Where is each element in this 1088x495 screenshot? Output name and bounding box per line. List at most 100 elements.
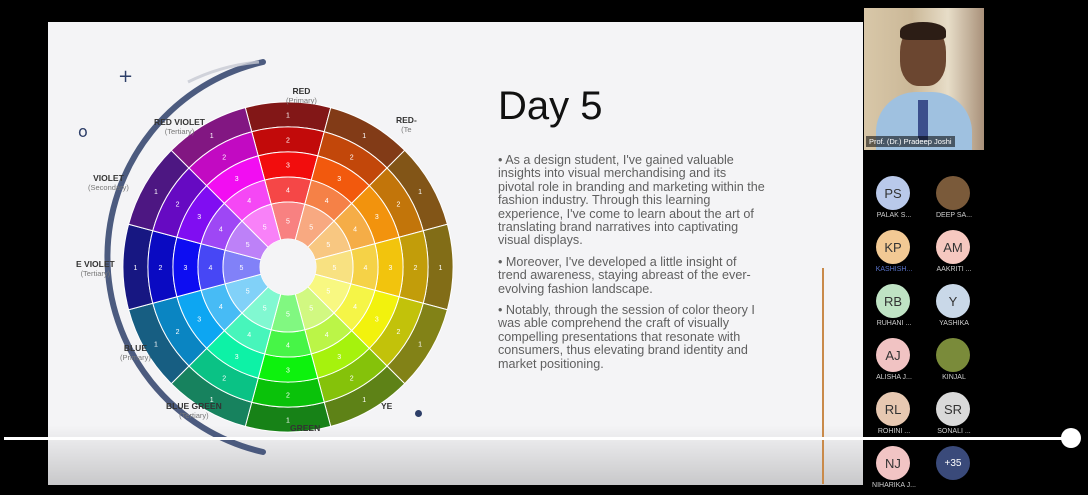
color-wheel: 1 2 3 4 5 1 2 3 4 5 1 2 3 4 5 1 2 3 4 5 1 2 3 4 5 1 2 3 4 5 1 2 3 4 5 1 2 3 4 5… [122, 101, 454, 433]
wheel-segment-number: 4 [219, 304, 223, 311]
wheel-segment-number: 5 [309, 225, 313, 232]
wheel-segment-number: 3 [337, 176, 341, 183]
bullet-2: • Moreover, I've developed a little insi… [498, 254, 751, 296]
wheel-segment-number: 5 [326, 288, 330, 295]
wheel-segment-number: 4 [286, 188, 290, 195]
participant-name: SONALI ... [937, 428, 971, 435]
participant-name: ROHINI ... [877, 428, 911, 435]
participant-tile[interactable]: DEEP SA... [924, 172, 984, 224]
participant-tile[interactable]: Y YASHIKA [924, 280, 984, 332]
wheel-segment-number: 5 [286, 219, 290, 226]
wheel-segment-number: 2 [396, 329, 400, 336]
speaker-hair [900, 22, 946, 40]
participant-tile[interactable]: AJ ALISHA J... [864, 334, 924, 386]
wheel-segment-number: 4 [247, 198, 251, 205]
slide-title: Day 5 [498, 84, 603, 128]
wheel-segment-number: 5 [246, 242, 250, 249]
video-progress-bar[interactable] [4, 437, 1072, 440]
wheel-segment-number: 2 [159, 265, 163, 272]
participant-name: AAKRITI ... [936, 266, 972, 273]
participant-name: DEEP SA... [935, 212, 973, 219]
wheel-segment-number: 3 [235, 176, 239, 183]
participant-tile[interactable]: SR SONALI ... [924, 388, 984, 440]
wheel-segment-number: 1 [418, 341, 422, 348]
avatar: PS [876, 176, 910, 210]
participant-name: KINJAL [942, 374, 966, 381]
wheel-segment-number: 5 [240, 265, 244, 272]
participant-tile[interactable]: +35 [924, 442, 984, 494]
wheel-segment-number: 4 [247, 332, 251, 339]
participant-tile[interactable]: KP KASHISH... [864, 226, 924, 278]
avatar: AJ [876, 338, 910, 372]
participant-tile[interactable]: RL ROHINI ... [864, 388, 924, 440]
participant-name: YASHIKA [939, 320, 969, 327]
speaker-video-tile[interactable]: Prof. (Dr.) Pradeep Joshi [864, 8, 984, 150]
wheel-segment-number: 4 [219, 226, 223, 233]
wheel-segment-number: 5 [263, 225, 267, 232]
avatar-photo [936, 176, 970, 210]
wheel-segment-number: 1 [210, 133, 214, 140]
participant-tile[interactable]: PS PALAK S... [864, 172, 924, 224]
wheel-segment-number: 4 [325, 332, 329, 339]
wheel-segment-number: 3 [197, 214, 201, 221]
label-green: GREEN [290, 423, 321, 433]
wheel-segment-number: 3 [375, 316, 379, 323]
participant-name: PALAK S... [876, 212, 912, 219]
avatar: AM [936, 230, 970, 264]
label-red: RED (Primary) [286, 86, 317, 106]
wheel-segment-number: 2 [222, 375, 226, 382]
participant-tile[interactable]: NJ NIHARIKA J... [864, 442, 924, 494]
wheel-segment-number: 2 [286, 393, 290, 400]
participant-name: KASHISH... [875, 266, 913, 273]
avatar: +35 [936, 446, 970, 480]
wheel-segment-number: 1 [362, 397, 366, 404]
wheel-segment-number: 1 [286, 113, 290, 120]
wheel-segment-number: 3 [286, 368, 290, 375]
wheel-segment-number: 2 [176, 329, 180, 336]
wheel-segment-number: 3 [235, 354, 239, 361]
wheel-segment-number: 2 [350, 375, 354, 382]
label-red-orange: RED- (Te [396, 115, 417, 135]
progress-handle[interactable] [1061, 428, 1081, 448]
wheel-segment-number: 4 [364, 265, 368, 272]
wheel-segment-number: 1 [134, 265, 138, 272]
wheel-segment-number: 4 [353, 304, 357, 311]
participant-tile[interactable]: KINJAL [924, 334, 984, 386]
wheel-segment-number: 2 [350, 155, 354, 162]
wheel-segment-number: 1 [154, 341, 158, 348]
participant-name: RUHANI ... [876, 320, 912, 327]
wheel-segment-number: 3 [184, 265, 188, 272]
wheel-segment-number: 3 [197, 316, 201, 323]
wheel-segment-number: 2 [176, 201, 180, 208]
wheel-segment-number: 5 [309, 305, 313, 312]
presentation-slide: + o 123451234512345123451234512345123451… [48, 22, 863, 485]
wheel-segment-number: 5 [326, 242, 330, 249]
wheel-segment-number: 3 [337, 354, 341, 361]
participant-tile[interactable]: AM AAKRITI ... [924, 226, 984, 278]
slide-bullets: • As a design student, I've gained valua… [498, 153, 766, 379]
participant-name: NIHARIKA J... [872, 482, 916, 489]
wheel-center [260, 239, 316, 295]
wheel-segment-number: 3 [375, 214, 379, 221]
avatar: Y [936, 284, 970, 318]
speaker-name-label: Prof. (Dr.) Pradeep Joshi [866, 136, 955, 147]
wheel-segment-number: 4 [286, 343, 290, 350]
label-yellow: YE [381, 401, 393, 411]
participant-tile[interactable]: RB RUHANI ... [864, 280, 924, 332]
wheel-segment-number: 1 [362, 133, 366, 140]
wheel-segment-number: 4 [209, 265, 213, 272]
wheel-segment-number: 5 [263, 305, 267, 312]
wheel-segment-number: 1 [439, 265, 443, 272]
wheel-segment-number: 3 [286, 163, 290, 170]
avatar: KP [876, 230, 910, 264]
wheel-segment-number: 3 [389, 265, 393, 272]
accent-line [822, 268, 824, 484]
avatar-photo [936, 338, 970, 372]
wheel-segment-number: 5 [286, 312, 290, 319]
speaker-tie [918, 100, 928, 140]
wheel-segment-number: 5 [246, 288, 250, 295]
label-blue-violet: E VIOLET (Tertiary) [76, 259, 115, 279]
avatar: RB [876, 284, 910, 318]
wheel-segment-number: 2 [222, 155, 226, 162]
participant-name: ALISHA J... [876, 374, 912, 381]
